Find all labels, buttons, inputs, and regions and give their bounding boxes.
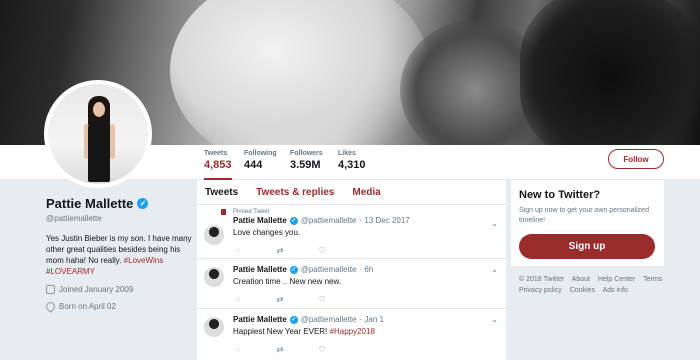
tweet-time[interactable]: · Jan 1 [360,315,384,324]
stat-following[interactable]: Following 444 [244,150,277,171]
tweet-author[interactable]: Pattie Mallette [233,265,287,274]
tweet-text-main: Happiest New Year EVER! [233,327,328,336]
tab-media[interactable]: Media [352,187,380,198]
retweet-icon[interactable]: ⇄ [275,295,285,304]
chevron-down-icon[interactable]: ⌄ [491,265,498,274]
tweet-item[interactable]: Pattie Mallette ✓ @pattiemallette · 6h ⌄… [197,259,506,309]
chevron-down-icon[interactable]: ⌄ [491,315,498,324]
stat-value: 444 [244,159,263,171]
stat-value: 4,853 [204,159,232,171]
stat-tweets[interactable]: Tweets 4,853 [204,150,232,180]
stat-value: 3.59M [290,159,321,171]
tweet-text: Creation time .. New new new. [233,277,342,286]
hashtag-link[interactable]: #LoveWins [124,256,164,265]
footer-copyright: © 2018 Twitter [519,276,565,283]
signup-title: New to Twitter? [519,189,601,201]
follow-button[interactable]: Follow [608,149,664,169]
avatar-photo [48,84,148,184]
tweet-handle[interactable]: @pattiemallette [301,315,357,324]
heart-icon[interactable]: ♡ [317,246,327,255]
tab-tweets[interactable]: Tweets [205,187,238,198]
signup-button[interactable]: Sign up [519,234,655,259]
profile-bio: Yes Justin Bieber is my son. I have many… [46,233,196,277]
tweet-time[interactable]: · 13 Dec 2017 [360,216,410,225]
retweet-icon[interactable]: ⇄ [275,246,285,255]
verified-badge-icon: ✓ [289,265,298,274]
stat-value: 4,310 [338,159,366,171]
timeline-tabs: Tweets Tweets & replies Media [197,180,506,205]
footer-link-cookies[interactable]: Cookies [570,287,595,294]
pinned-label: Pinned Tweet [233,209,270,215]
bio-text: Yes Justin Bieber is my son. I have many… [46,234,192,265]
footer-link-about[interactable]: About [572,276,590,283]
tweet-avatar[interactable] [204,317,224,337]
tweet-actions: ◌ ⇄ ♡ [233,295,506,304]
tweet-text: Love changes you. [233,228,301,237]
stat-followers[interactable]: Followers 3.59M [290,150,323,171]
timeline: Tweets Tweets & replies Media Pinned Twe… [197,180,506,360]
pin-icon [221,209,226,215]
heart-icon[interactable]: ♡ [317,295,327,304]
joined-date: Joined January 2009 [46,285,196,294]
stat-label: Following [244,150,277,157]
tweet-actions: ◌ ⇄ ♡ [233,345,506,354]
tweet-actions: ◌ ⇄ ♡ [233,246,506,255]
avatar[interactable] [44,80,152,188]
profile-name[interactable]: Pattie Mallette [46,196,133,211]
footer-links: © 2018 Twitter About Help Center Terms P… [519,274,669,296]
chevron-down-icon[interactable]: ⌄ [491,219,498,228]
tweet-item[interactable]: Pinned Tweet Pattie Mallette ✓ @pattiema… [197,205,506,259]
reply-icon[interactable]: ◌ [233,295,243,304]
retweet-icon[interactable]: ⇄ [275,345,285,354]
reply-icon[interactable]: ◌ [233,246,243,255]
banner-photo-hair [520,0,700,145]
hashtag-link[interactable]: #LOVEARMY [46,267,95,276]
tweet-author[interactable]: Pattie Mallette [233,216,287,225]
tweet-item[interactable]: Pattie Mallette ✓ @pattiemallette · Jan … [197,309,506,360]
tweet-handle[interactable]: @pattiemallette [301,216,357,225]
location-icon [44,300,57,313]
heart-icon[interactable]: ♡ [317,345,327,354]
signup-subtitle: Sign up now to get your own personalized… [519,207,649,224]
footer-link-ads[interactable]: Ads info [603,287,628,294]
tweet-avatar[interactable] [204,267,224,287]
hashtag-link[interactable]: #Happy2018 [330,327,375,336]
signup-panel: New to Twitter? Sign up now to get your … [511,180,664,266]
stat-label: Tweets [204,150,228,157]
footer-link-terms[interactable]: Terms [643,276,662,283]
tweet-handle[interactable]: @pattiemallette [301,265,357,274]
reply-icon[interactable]: ◌ [233,345,243,354]
tweet-time[interactable]: · 6h [360,265,374,274]
birthday: Born on April 02 [44,300,196,313]
footer-link-help[interactable]: Help Center [598,276,635,283]
born-text: Born on April 02 [59,302,116,311]
tweet-text: Happiest New Year EVER! #Happy2018 [233,327,506,336]
verified-badge-icon: ✓ [289,216,298,225]
stat-label: Likes [338,150,356,157]
joined-text: Joined January 2009 [59,285,134,294]
tweet-author[interactable]: Pattie Mallette [233,315,287,324]
banner-photo-shirt [170,0,430,145]
footer-link-privacy[interactable]: Privacy policy [519,287,562,294]
profile-card: Pattie Mallette ✓ @pattiemallette Yes Ju… [44,196,196,313]
calendar-icon [46,285,55,294]
tweet-avatar[interactable] [204,225,224,245]
stat-likes[interactable]: Likes 4,310 [338,150,366,171]
verified-badge-icon: ✓ [137,198,149,209]
tab-tweets-replies[interactable]: Tweets & replies [256,187,334,198]
stat-label: Followers [290,150,323,157]
profile-handle[interactable]: @pattiemallette [46,214,196,223]
verified-badge-icon: ✓ [289,315,298,324]
